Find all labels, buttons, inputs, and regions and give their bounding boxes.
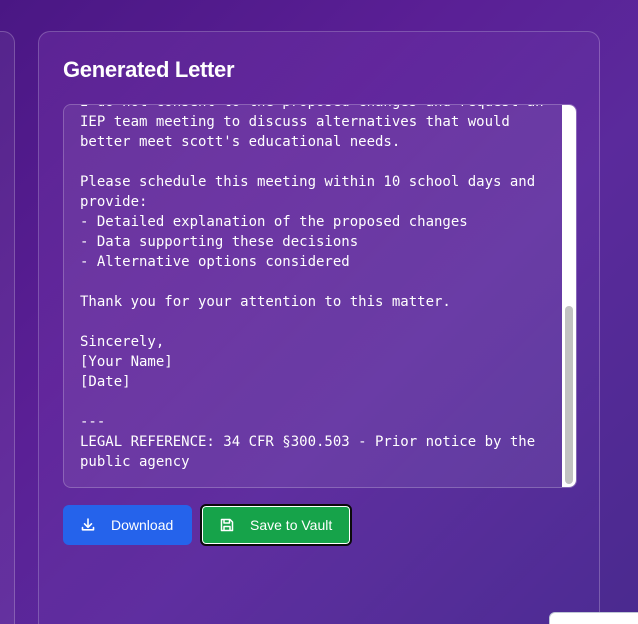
corner-widget[interactable] (549, 612, 638, 624)
generated-letter-card: Generated Letter I do not consent to the… (38, 31, 600, 624)
download-icon (80, 517, 96, 533)
scrollbar-thumb[interactable] (565, 306, 573, 484)
save-button-label: Save to Vault (250, 517, 333, 533)
floppy-disk-icon (219, 517, 235, 533)
download-button[interactable]: Download (63, 505, 192, 545)
letter-content: I do not consent to the proposed changes… (80, 105, 544, 470)
left-panel (0, 31, 15, 624)
letter-textarea[interactable]: I do not consent to the proposed changes… (63, 104, 577, 488)
download-button-label: Download (111, 517, 174, 533)
card-title: Generated Letter (63, 57, 235, 82)
save-to-vault-button[interactable]: Save to Vault (200, 504, 352, 546)
letter-scrollbar[interactable] (562, 105, 576, 487)
